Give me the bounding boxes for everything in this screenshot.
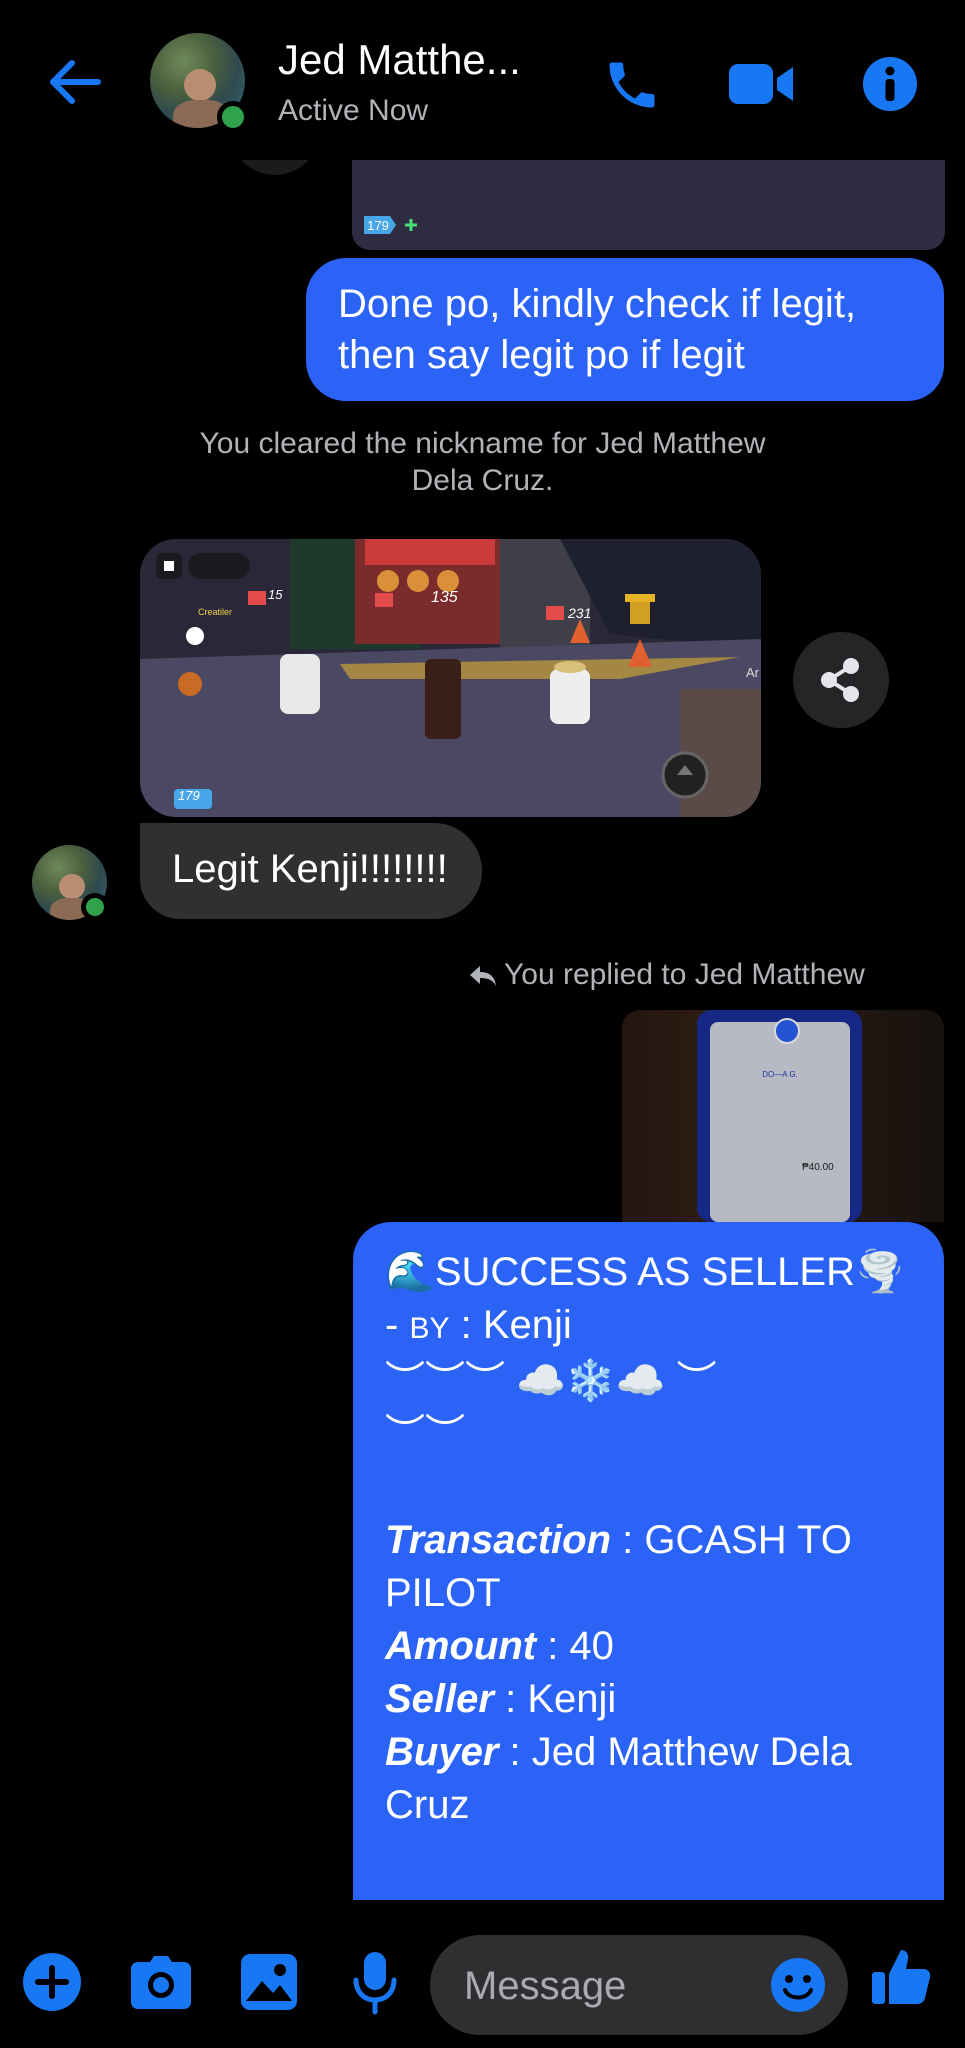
sent-message-line-2: then say legit po if legit [338, 333, 745, 377]
tornado-emoji: 🌪️ [855, 1250, 905, 1294]
message-input-container[interactable] [430, 1935, 848, 2035]
received-message-text: Legit Kenji!!!!!!!! [172, 847, 448, 891]
hud-counter-3: 231 [568, 605, 592, 621]
transaction-separator: : [611, 1518, 645, 1562]
hud-creatiler-label: Creatiler [198, 607, 233, 617]
game-scene [140, 539, 761, 817]
phone-icon [609, 62, 655, 108]
message-input[interactable] [462, 1957, 766, 2015]
buyer-separator: : [498, 1730, 532, 1774]
video-call-button[interactable] [727, 58, 797, 110]
online-indicator [217, 101, 249, 133]
video-camera-icon [729, 64, 793, 104]
reply-arrow-icon [470, 966, 496, 987]
transaction-field: Transaction : GCASH TO PILOT [385, 1514, 918, 1620]
game-screenshot-image[interactable]: 15 135 231 Creatiler 179 Ar [140, 539, 761, 817]
by-label: BY [409, 1312, 450, 1345]
seller-separator: : [493, 1677, 528, 1721]
emoji-button[interactable] [770, 1957, 826, 2013]
svg-text:179: 179 [367, 218, 389, 233]
receipt-brand: DO—A G. [762, 1070, 798, 1079]
chat-header: Jed Matthe... Active Now [0, 0, 965, 160]
seller-title: SUCCESS AS SELLER [434, 1250, 855, 1294]
sent-message-bubble[interactable]: Done po, kindly check if legit, then say… [306, 258, 944, 401]
buyer-field: Buyer : Jed Matthew Dela Cruz [385, 1726, 918, 1832]
sender-online-indicator [81, 893, 109, 921]
reply-indicator-text: You replied to Jed Matthew [504, 958, 865, 991]
replied-receipt-image[interactable]: DO—A G. ₱40.00 [622, 1010, 944, 1222]
amount-separator: : [536, 1624, 570, 1668]
check-badge [774, 1018, 800, 1044]
notice-line-1: You cleared the nickname for Jed Matthew [199, 427, 766, 460]
back-arrow-icon [50, 60, 101, 104]
decor-line-1: ︶︶︶ ☁️❄️☁️ ︶ [385, 1359, 717, 1403]
hud-counter-2: 135 [431, 589, 458, 606]
seller-success-message[interactable]: 🌊SUCCESS AS SELLER🌪️ - BY : Kenji ︶︶︶ ☁️… [353, 1222, 944, 1902]
voice-button[interactable] [352, 1950, 398, 2016]
reply-indicator: You replied to Jed Matthew [468, 958, 865, 992]
by-separator: : [449, 1303, 483, 1347]
back-button[interactable] [40, 52, 110, 112]
seller-value: Kenji [527, 1677, 617, 1721]
microphone-icon [353, 1952, 397, 2015]
by-value: Kenji [482, 1303, 572, 1347]
nickname-cleared-notice: You cleared the nickname for Jed Matthew… [0, 425, 965, 499]
gallery-icon [241, 1954, 297, 2010]
amount-value: 40 [569, 1624, 614, 1668]
notice-line-2: Dela Cruz. [411, 464, 554, 497]
share-button[interactable] [793, 632, 889, 728]
buyer-label: Buyer [385, 1730, 499, 1774]
like-icon [872, 1950, 931, 2004]
seller-by-line: - BY : Kenji [385, 1299, 918, 1355]
wave-emoji: 🌊 [385, 1250, 435, 1294]
amount-label: Amount [385, 1624, 537, 1668]
seller-title-line: 🌊SUCCESS AS SELLER🌪️ [385, 1246, 918, 1299]
gem-badge: 179 [360, 212, 424, 238]
receipt-screen: DO—A G. ₱40.00 [710, 1022, 850, 1222]
seller-field: Seller : Kenji [385, 1673, 918, 1726]
hud-counter-1: 15 [268, 587, 283, 602]
add-button[interactable] [22, 1952, 82, 2012]
camera-button[interactable] [130, 1954, 192, 2010]
transaction-label: Transaction [385, 1518, 611, 1562]
receipt-amount: ₱40.00 [802, 1162, 834, 1173]
decor-line-2: ︶︶ [385, 1412, 465, 1456]
by-prefix: - [385, 1303, 410, 1347]
like-button[interactable] [870, 1946, 932, 2008]
info-button[interactable] [862, 56, 918, 112]
voice-call-button[interactable] [602, 55, 662, 115]
hud-side-label: Ar [746, 665, 759, 680]
gallery-button[interactable] [240, 1953, 298, 2011]
contact-name[interactable]: Jed Matthe... [278, 36, 521, 84]
plus-icon [23, 1953, 81, 2011]
amount-field: Amount : 40 [385, 1620, 918, 1673]
camera-icon [131, 1956, 191, 2009]
emoji-icon [771, 1958, 825, 2012]
contact-status: Active Now [278, 94, 429, 127]
share-icon [821, 658, 859, 702]
sent-message-line-1: Done po, kindly check if legit, [338, 282, 857, 326]
info-icon [863, 57, 917, 111]
seller-label: Seller [385, 1677, 494, 1721]
received-message-bubble[interactable]: Legit Kenji!!!!!!!! [140, 823, 482, 919]
hud-gem-badge: 179 [178, 788, 200, 803]
